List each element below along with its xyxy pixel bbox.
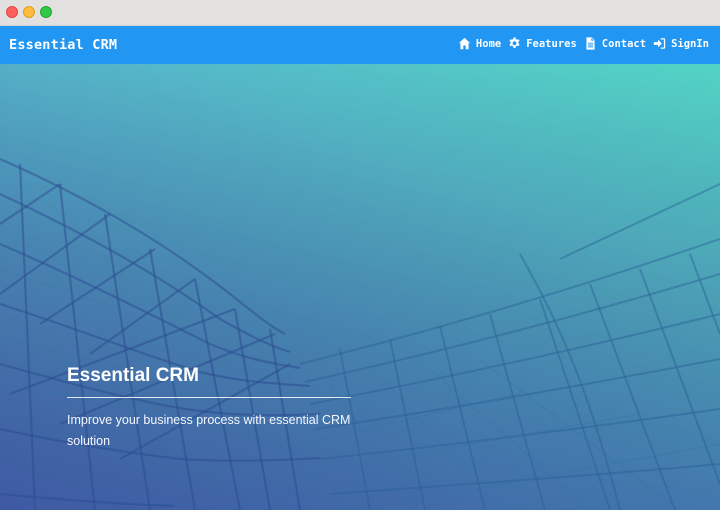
window-minimize-button[interactable] <box>23 6 35 18</box>
hero-content: Essential CRM Improve your business proc… <box>67 364 351 452</box>
nav-item-label: Features <box>526 37 577 50</box>
navbar: Essential CRM Home Features Contact Sign… <box>0 26 720 64</box>
hero-divider <box>67 397 351 398</box>
hero-section: Essential CRM Improve your business proc… <box>0 64 720 510</box>
brand-logo-text[interactable]: Essential CRM <box>9 37 117 53</box>
window-maximize-button[interactable] <box>40 6 52 18</box>
nav-item-label: Home <box>475 37 502 50</box>
home-icon <box>458 37 471 50</box>
gear-icon <box>509 37 520 48</box>
window-titlebar <box>0 0 720 26</box>
nav-item-contact[interactable]: Contact <box>584 37 646 50</box>
nav-item-home[interactable]: Home <box>458 37 501 50</box>
nav-item-label: SignIn <box>671 37 709 50</box>
nav-item-features[interactable]: Features <box>508 37 577 50</box>
sign-in-icon <box>653 38 666 49</box>
hero-subtitle: Improve your business process with essen… <box>67 413 351 448</box>
nav-item-label: Contact <box>601 37 647 50</box>
document-icon <box>586 37 595 50</box>
nav-item-signin[interactable]: SignIn <box>653 37 709 50</box>
hero-title: Essential CRM <box>67 365 199 386</box>
window-close-button[interactable] <box>6 6 18 18</box>
nav-menu: Home Features Contact SignIn <box>458 37 709 50</box>
